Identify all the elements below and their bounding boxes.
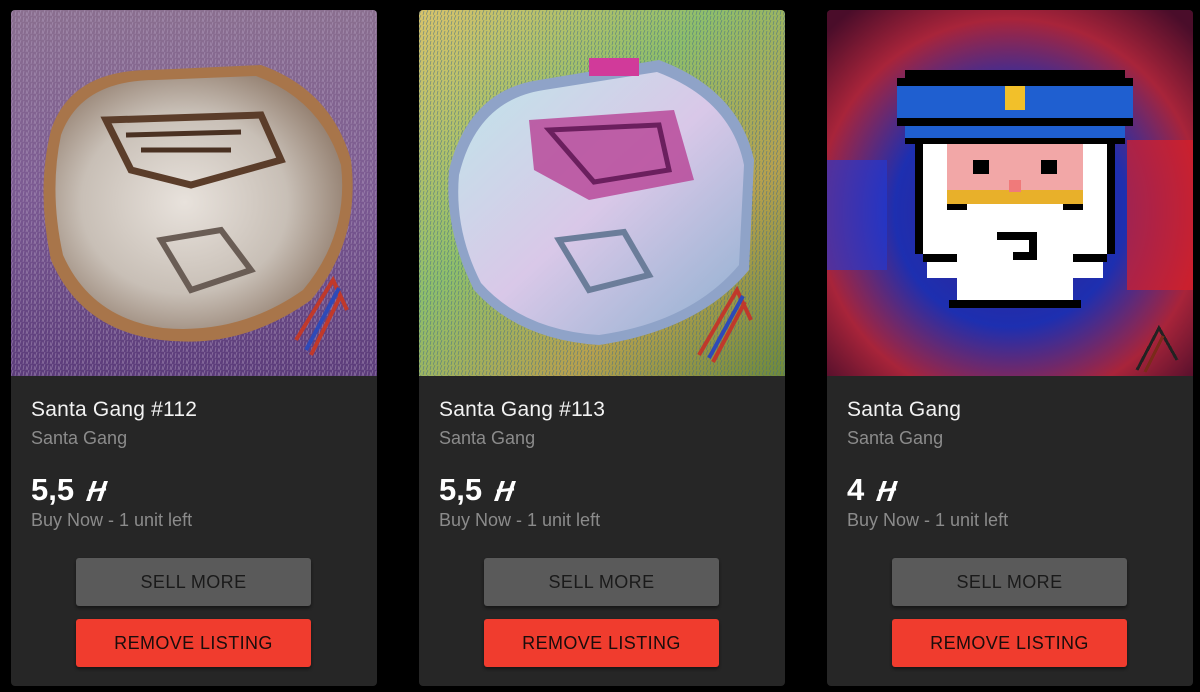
nft-card[interactable]: Santa Gang #112 Santa Gang 5,5 Buy Now -… [11,10,377,686]
price: 5,5 [31,472,110,508]
nft-title[interactable]: Santa Gang #112 [31,398,197,422]
remove-listing-button[interactable]: REMOVE LISTING [484,619,719,667]
price: 4 [847,472,900,508]
alephium-logo-icon [494,481,517,501]
price-value: 5,5 [439,472,483,507]
sell-more-button[interactable]: SELL MORE [76,558,311,606]
nft-title[interactable]: Santa Gang [847,398,961,422]
availability-text: Buy Now - 1 unit left [847,510,1009,530]
availability-text: Buy Now - 1 unit left [439,510,601,530]
alephium-logo-icon [876,481,899,501]
pixel-santa-police-nft-image[interactable] [827,10,1193,376]
remove-listing-button[interactable]: REMOVE LISTING [892,619,1127,667]
sell-more-button[interactable]: SELL MORE [484,558,719,606]
price-value: 4 [847,472,865,507]
collection-name[interactable]: Santa Gang [439,428,535,449]
sell-more-button[interactable]: SELL MORE [892,558,1127,606]
collection-name[interactable]: Santa Gang [31,428,127,449]
psychedelic-island-nft-image[interactable] [419,10,785,376]
price: 5,5 [439,472,518,508]
floating-island-nft-image[interactable] [11,10,377,376]
remove-listing-button[interactable]: REMOVE LISTING [76,619,311,667]
nft-card[interactable]: Santa Gang Santa Gang 4 Buy Now - 1 unit… [827,10,1193,686]
alephium-logo-icon [86,481,109,501]
collection-name[interactable]: Santa Gang [847,428,943,449]
listings-grid: Santa Gang #112 Santa Gang 5,5 Buy Now -… [0,0,1200,692]
price-value: 5,5 [31,472,75,507]
nft-title[interactable]: Santa Gang #113 [439,398,605,422]
nft-card[interactable]: Santa Gang #113 Santa Gang 5,5 Buy Now -… [419,10,785,686]
availability-text: Buy Now - 1 unit left [31,510,193,530]
